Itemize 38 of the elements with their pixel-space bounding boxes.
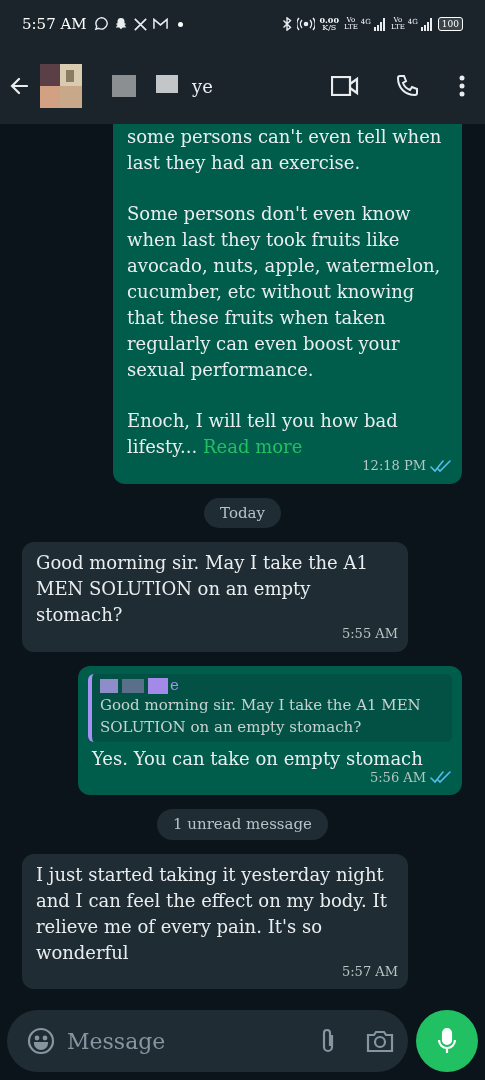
hotspot-icon	[296, 17, 315, 31]
message-text: Some persons don't even know when last they took fruits like avocado, nuts, apple, watermelon, cucumber, etc without knowing that these fruits when taken regularly can even boost your sexual performance.	[126, 202, 442, 382]
message-input-field[interactable]: Message	[67, 1024, 306, 1058]
message-composer[interactable]: Message	[7, 1010, 408, 1072]
message-time: 12:18 PM	[362, 457, 426, 475]
back-arrow-icon[interactable]	[10, 77, 28, 95]
message-text: Good morning sir. May I take the A1 MEN SOLUTION on an empty stomach?	[35, 551, 369, 627]
more-options-icon[interactable]	[459, 75, 465, 97]
x-logo-icon	[133, 17, 147, 31]
message-text: Enoch, I will tell you how bad lifesty... Read more	[126, 409, 399, 459]
chat-bubble-icon	[92, 16, 108, 32]
message-time: 5:57 AM	[341, 962, 398, 981]
message-text: Yes. You can take on empty stomach	[90, 746, 424, 771]
bluetooth-icon	[281, 17, 292, 31]
video-call-icon[interactable]	[331, 76, 359, 96]
network-speed: 0.00	[319, 16, 339, 24]
speed-unit: K/S	[322, 24, 337, 32]
signal-icon	[373, 17, 386, 31]
redacted-name-drawing	[100, 677, 168, 694]
microphone-icon	[437, 1027, 457, 1055]
quoted-text: Good morning sir. May I take the A1 MEN SOLUTION on an empty stomach?	[100, 694, 422, 738]
camera-icon[interactable]	[366, 1029, 394, 1053]
mail-icon	[152, 18, 168, 30]
emoji-icon[interactable]	[27, 1027, 55, 1055]
quoted-sender: e	[170, 678, 179, 693]
message-time: 5:56 AM	[369, 768, 426, 787]
message-time: 5:55 AM	[341, 625, 398, 643]
status-time: 5:57 AM	[22, 13, 87, 35]
message-text: I just started taking it yesterday night and I can feel the effect on my body. It relieve me of every pain. It's so wonderful	[35, 862, 388, 965]
ghost-icon	[113, 17, 128, 31]
quoted-message[interactable]: e Good morning sir. May I take the A1 MEN SOLUTION on an empty stomach?	[88, 673, 452, 742]
read-more-link[interactable]: Read more	[203, 436, 303, 457]
contact-name[interactable]: ye	[192, 72, 213, 100]
battery-indicator: 100	[437, 17, 463, 31]
signal-icon	[420, 17, 433, 31]
phone-icon[interactable]	[395, 74, 419, 98]
message-text: some persons can't even tell when last they had an exercise.	[126, 125, 443, 175]
redacted-name-drawing	[112, 75, 178, 97]
